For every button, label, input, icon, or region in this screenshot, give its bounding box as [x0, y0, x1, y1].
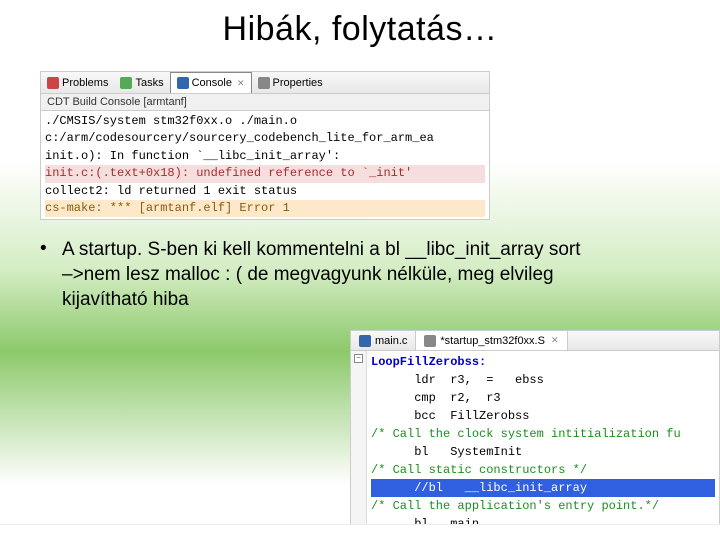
console-line: c:/arm/codesourcery/sourcery_codebench_l…	[45, 130, 485, 147]
bullet-point: • A startup. S-ben ki kell kommentelni a…	[40, 238, 680, 312]
tab-label: *startup_stm32f0xx.S	[440, 335, 545, 347]
tab-label: Problems	[62, 77, 108, 89]
tab-label: Properties	[273, 77, 323, 89]
code-comment: /* Call static constructors */	[371, 461, 715, 479]
problems-icon	[47, 77, 59, 89]
bullet-marker: •	[40, 238, 62, 312]
code-line: bcc FillZerobss	[371, 407, 715, 425]
tab-properties[interactable]: Properties	[252, 72, 329, 93]
console-line: ./CMSIS/system stm32f0xx.o ./main.o	[45, 113, 485, 130]
code-line: cmp r2, r3	[371, 389, 715, 407]
fold-icon[interactable]: −	[354, 354, 363, 363]
code-line: ldr r3, = ebss	[371, 371, 715, 389]
tab-label: main.c	[375, 335, 407, 347]
close-icon[interactable]: ✕	[237, 78, 245, 89]
footer-strip	[0, 524, 720, 540]
code-gutter: −	[351, 351, 367, 539]
slide-title: Hibák, folytatás…	[0, 0, 720, 49]
code-tab-bar: main.c *startup_stm32f0xx.S ✕	[351, 331, 719, 351]
console-line: collect2: ld returned 1 exit status	[45, 183, 485, 200]
tasks-icon	[120, 77, 132, 89]
code-body: − LoopFillZerobss: ldr r3, = ebss cmp r2…	[351, 351, 719, 539]
console-panel: Problems Tasks Console ✕ Properties CDT …	[40, 71, 490, 220]
console-icon	[177, 77, 189, 89]
close-icon[interactable]: ✕	[551, 335, 559, 346]
tab-tasks[interactable]: Tasks	[114, 72, 169, 93]
code-lines[interactable]: LoopFillZerobss: ldr r3, = ebss cmp r2, …	[367, 351, 719, 539]
console-subtitle: CDT Build Console [armtanf]	[41, 94, 489, 111]
code-line: LoopFillZerobss:	[371, 353, 715, 371]
code-editor: main.c *startup_stm32f0xx.S ✕ − LoopFill…	[350, 330, 720, 540]
tab-main-c[interactable]: main.c	[351, 331, 416, 350]
code-comment: /* Call the application's entry point.*/	[371, 497, 715, 515]
bullet-text: A startup. S-ben ki kell kommentelni a b…	[62, 238, 680, 312]
tab-problems[interactable]: Problems	[41, 72, 114, 93]
asm-file-icon	[424, 335, 436, 347]
console-warn-line: cs-make: *** [armtanf.elf] Error 1	[45, 200, 485, 217]
c-file-icon	[359, 335, 371, 347]
properties-icon	[258, 77, 270, 89]
tab-console[interactable]: Console ✕	[170, 72, 252, 93]
tab-startup-s[interactable]: *startup_stm32f0xx.S ✕	[416, 331, 567, 350]
code-selected-line: //bl __libc_init_array	[371, 479, 715, 497]
console-output: ./CMSIS/system stm32f0xx.o ./main.o c:/a…	[41, 111, 489, 219]
console-tab-bar: Problems Tasks Console ✕ Properties	[41, 72, 489, 94]
code-line: bl SystemInit	[371, 443, 715, 461]
console-error-line: init.c:(.text+0x18): undefined reference…	[45, 165, 485, 182]
console-line: init.o): In function `__libc_init_array'…	[45, 148, 485, 165]
code-comment: /* Call the clock system intitialization…	[371, 425, 715, 443]
tab-label: Console	[192, 77, 232, 89]
tab-label: Tasks	[135, 77, 163, 89]
